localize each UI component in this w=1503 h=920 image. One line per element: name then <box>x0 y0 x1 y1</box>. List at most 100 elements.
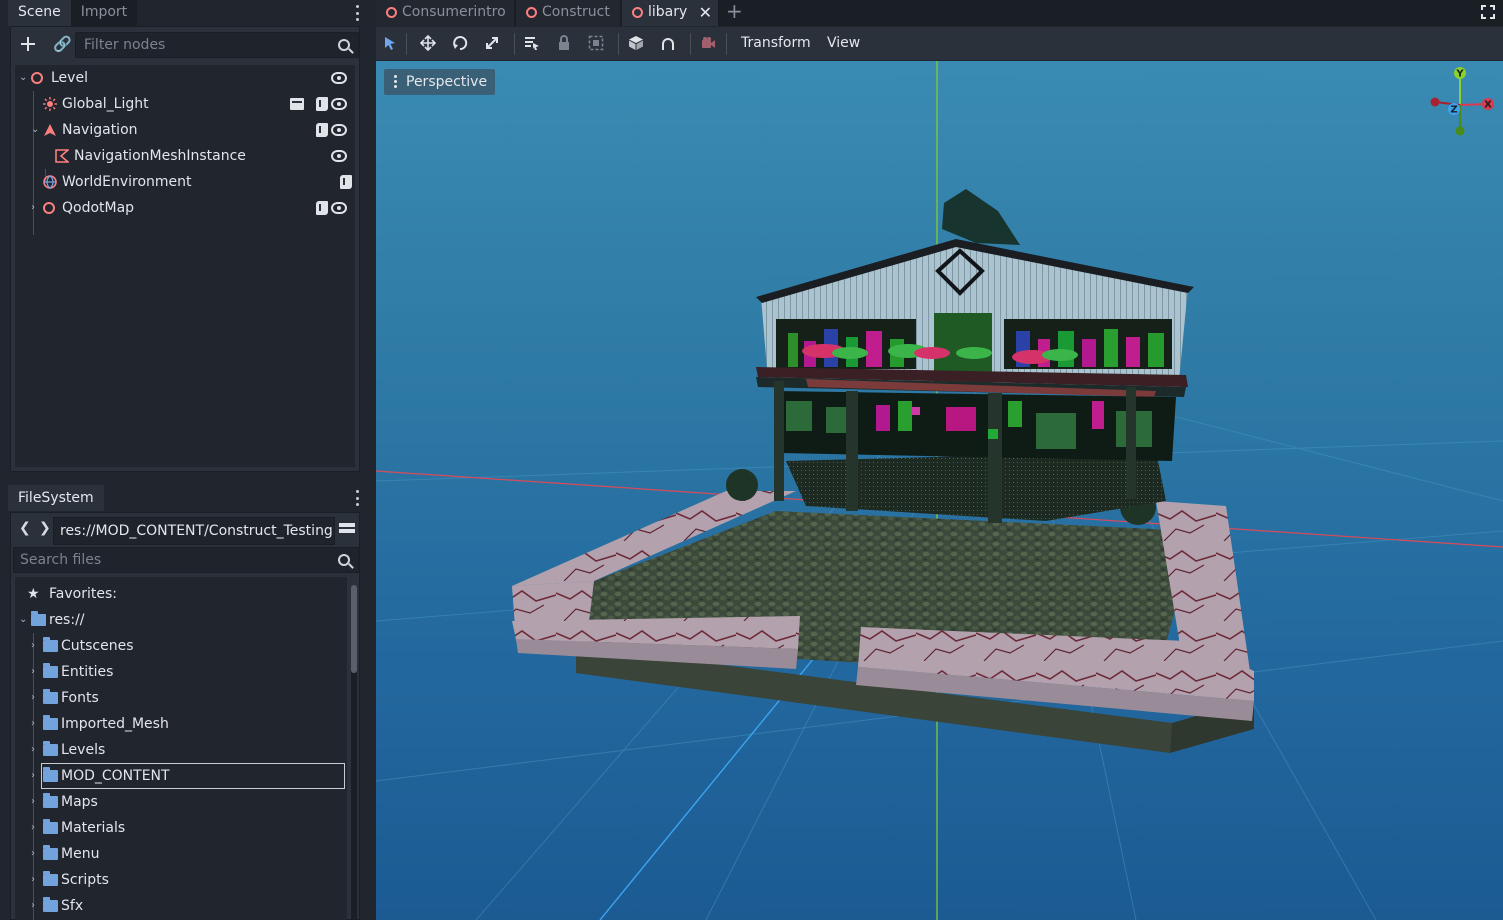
expand-arrow-icon[interactable]: › <box>31 867 41 893</box>
script-icon[interactable] <box>316 123 328 137</box>
folder-fonts[interactable]: › Fonts <box>15 685 347 711</box>
animation-icon[interactable] <box>290 98 304 110</box>
lock-icon[interactable] <box>556 35 572 51</box>
forward-arrow-icon[interactable]: ❯ <box>39 520 51 536</box>
folder-label: Menu <box>61 846 100 862</box>
tree-node-navigation[interactable]: ⌄ Navigation <box>15 117 355 143</box>
fullscreen-icon[interactable] <box>1481 5 1495 19</box>
view-menu[interactable]: View <box>827 27 860 59</box>
viewport-toolbar: Transform View <box>376 27 1503 60</box>
folder-menu[interactable]: › Menu <box>15 841 347 867</box>
snap-icon[interactable] <box>660 35 676 51</box>
scene-toolbar: 🔗 <box>11 27 359 61</box>
scene-dock-menu-icon[interactable] <box>356 5 360 21</box>
collapse-arrow-icon[interactable]: ⌄ <box>31 117 41 143</box>
search-files-field[interactable] <box>13 547 359 573</box>
tab-import[interactable]: Import <box>70 0 138 26</box>
script-icon[interactable] <box>316 201 328 215</box>
folder-sfx[interactable]: › Sfx <box>15 893 347 919</box>
visibility-eye-icon[interactable] <box>331 98 347 110</box>
tree-node-global-light[interactable]: Global_Light <box>15 91 355 117</box>
split-view-icon[interactable] <box>339 523 355 537</box>
expand-arrow-icon[interactable]: › <box>31 789 41 815</box>
tab-consumerintro[interactable]: Consumerintro <box>376 0 514 26</box>
tab-scene[interactable]: Scene <box>8 0 71 26</box>
expand-arrow-icon[interactable]: › <box>31 737 41 763</box>
folder-imported-mesh[interactable]: › Imported_Mesh <box>15 711 347 737</box>
tree-node-navmesh-instance[interactable]: NavigationMeshInstance <box>15 143 355 169</box>
folder-icon <box>43 819 58 834</box>
expand-arrow-icon[interactable]: › <box>31 711 41 737</box>
group-icon[interactable] <box>588 35 604 51</box>
folder-label: Imported_Mesh <box>61 716 169 732</box>
list-select-icon[interactable] <box>524 35 540 51</box>
folder-icon <box>43 897 58 912</box>
perspective-menu-button[interactable]: Perspective <box>384 69 496 95</box>
script-icon[interactable] <box>340 175 352 189</box>
visibility-eye-icon[interactable] <box>331 124 347 136</box>
folder-maps[interactable]: › Maps <box>15 789 347 815</box>
add-node-icon[interactable] <box>19 35 37 53</box>
tab-libary[interactable]: libary ✕ <box>622 0 718 26</box>
new-scene-tab-icon[interactable]: + <box>726 0 743 23</box>
expand-arrow-icon[interactable]: › <box>31 893 41 919</box>
filesystem-scrollbar-thumb[interactable] <box>351 585 357 673</box>
tree-node-level[interactable]: ⌄ Level <box>15 65 355 91</box>
tree-node-label: QodotMap <box>62 200 135 216</box>
folder-materials[interactable]: › Materials <box>15 815 347 841</box>
camera-preview-icon[interactable] <box>700 35 716 51</box>
expand-arrow-icon[interactable]: › <box>31 195 41 221</box>
folder-res-root[interactable]: ⌄ res:// <box>15 607 347 633</box>
folder-mod-content[interactable]: › MOD_CONTENT <box>15 763 347 789</box>
filesystem-dock-menu-icon[interactable] <box>356 490 360 506</box>
folder-icon <box>43 767 58 782</box>
expand-arrow-icon[interactable]: › <box>31 841 41 867</box>
expand-arrow-icon[interactable]: › <box>31 763 41 789</box>
folder-label: Scripts <box>61 872 109 888</box>
script-icon[interactable] <box>316 97 328 111</box>
local-space-icon[interactable] <box>628 35 644 51</box>
back-arrow-icon[interactable]: ❮ <box>19 520 31 536</box>
folder-icon <box>43 845 58 860</box>
orientation-gizmo[interactable]: Y X Z <box>1425 65 1495 137</box>
instance-scene-icon[interactable]: 🔗 <box>53 35 72 53</box>
collapse-arrow-icon[interactable]: ⌄ <box>19 607 29 633</box>
search-files-input[interactable] <box>14 548 358 572</box>
search-icon <box>338 39 350 51</box>
tab-construct[interactable]: Construct <box>516 0 620 26</box>
folder-entities[interactable]: › Entities <box>15 659 347 685</box>
3d-viewport[interactable]: Perspective Y X Z <box>376 61 1503 920</box>
filter-nodes-input[interactable] <box>76 33 358 57</box>
scene-ring-icon <box>526 7 537 18</box>
folder-scripts[interactable]: › Scripts <box>15 867 347 893</box>
tree-node-qodotmap[interactable]: › QodotMap <box>15 195 355 221</box>
folder-label: MOD_CONTENT <box>61 768 170 784</box>
move-mode-icon[interactable] <box>420 35 436 51</box>
tab-label: Construct <box>542 4 610 20</box>
tree-node-label: NavigationMeshInstance <box>74 148 246 164</box>
scene-tabs-bar: Consumerintro Construct libary ✕ + <box>376 0 1503 26</box>
tab-filesystem[interactable]: FileSystem <box>8 485 104 511</box>
filesystem-panel: ❮ ❯ res://MOD_CONTENT/Construct_Testing … <box>10 512 360 920</box>
expand-arrow-icon[interactable]: › <box>31 659 41 685</box>
expand-arrow-icon[interactable]: › <box>31 685 41 711</box>
path-field[interactable]: res://MOD_CONTENT/Construct_Testing <box>53 517 335 545</box>
favorites-row[interactable]: ★ Favorites: <box>15 581 347 607</box>
expand-arrow-icon[interactable]: › <box>31 815 41 841</box>
filter-nodes-field[interactable] <box>75 32 359 58</box>
folder-icon <box>43 663 58 678</box>
visibility-eye-icon[interactable] <box>331 150 347 162</box>
select-mode-icon[interactable] <box>382 35 398 51</box>
collapse-arrow-icon[interactable]: ⌄ <box>19 65 29 91</box>
rotate-mode-icon[interactable] <box>452 35 468 51</box>
visibility-eye-icon[interactable] <box>331 72 347 84</box>
expand-arrow-icon[interactable]: › <box>31 633 41 659</box>
close-tab-icon[interactable]: ✕ <box>699 0 712 25</box>
tree-node-world-environment[interactable]: WorldEnvironment <box>15 169 355 195</box>
folder-cutscenes[interactable]: › Cutscenes <box>15 633 347 659</box>
folder-label: Fonts <box>61 690 99 706</box>
transform-menu[interactable]: Transform <box>741 27 811 59</box>
visibility-eye-icon[interactable] <box>331 202 347 214</box>
folder-levels[interactable]: › Levels <box>15 737 347 763</box>
scale-mode-icon[interactable] <box>484 35 500 51</box>
